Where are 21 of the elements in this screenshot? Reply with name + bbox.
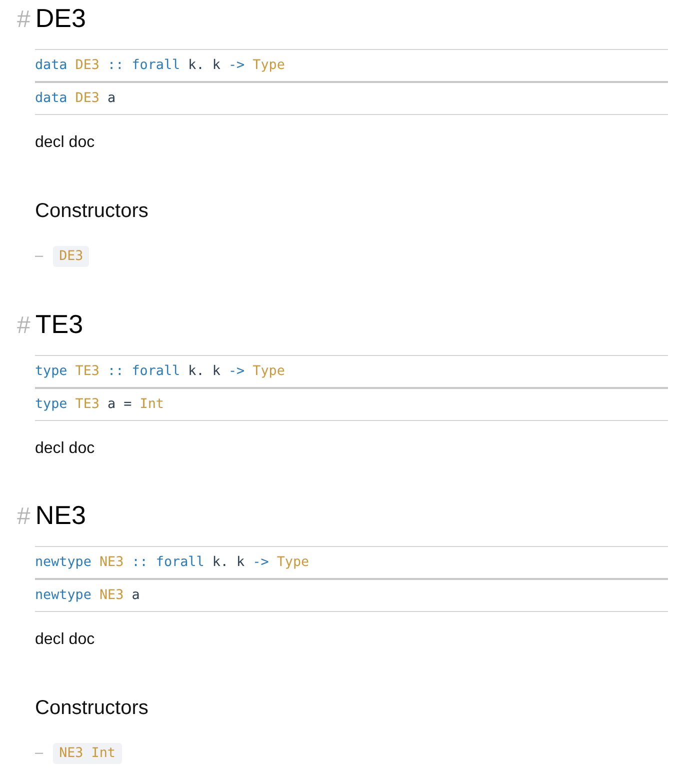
anchor-link[interactable]: # <box>17 503 30 531</box>
doc-text: decl doc <box>35 630 95 650</box>
signature-code-line: type TE3 a = Int <box>35 389 668 421</box>
signature-code-line: type TE3 :: forall k. k -> Type <box>35 356 668 389</box>
doc-text: decl doc <box>35 439 95 459</box>
doc-text: decl doc <box>35 133 95 153</box>
anchor-link[interactable]: # <box>17 312 30 340</box>
list-dash: – <box>35 746 44 760</box>
signature-code-line: data DE3 :: forall k. k -> Type <box>35 50 668 83</box>
constructors-heading: Constructors <box>35 696 148 721</box>
declaration-title: TE3 <box>35 308 84 340</box>
signature-code-line: data DE3 a <box>35 83 668 115</box>
constructor-code: NE3 Int <box>53 742 122 764</box>
constructors-heading: Constructors <box>35 199 148 224</box>
constructor-code: DE3 <box>53 246 90 266</box>
signature-code-line: newtype NE3 a <box>35 580 668 612</box>
anchor-link[interactable]: # <box>17 6 30 34</box>
signature-code-line: newtype NE3 :: forall k. k -> Type <box>35 547 668 580</box>
list-dash: – <box>35 248 44 264</box>
declaration-title: NE3 <box>35 499 86 531</box>
declaration-title: DE3 <box>35 2 86 34</box>
